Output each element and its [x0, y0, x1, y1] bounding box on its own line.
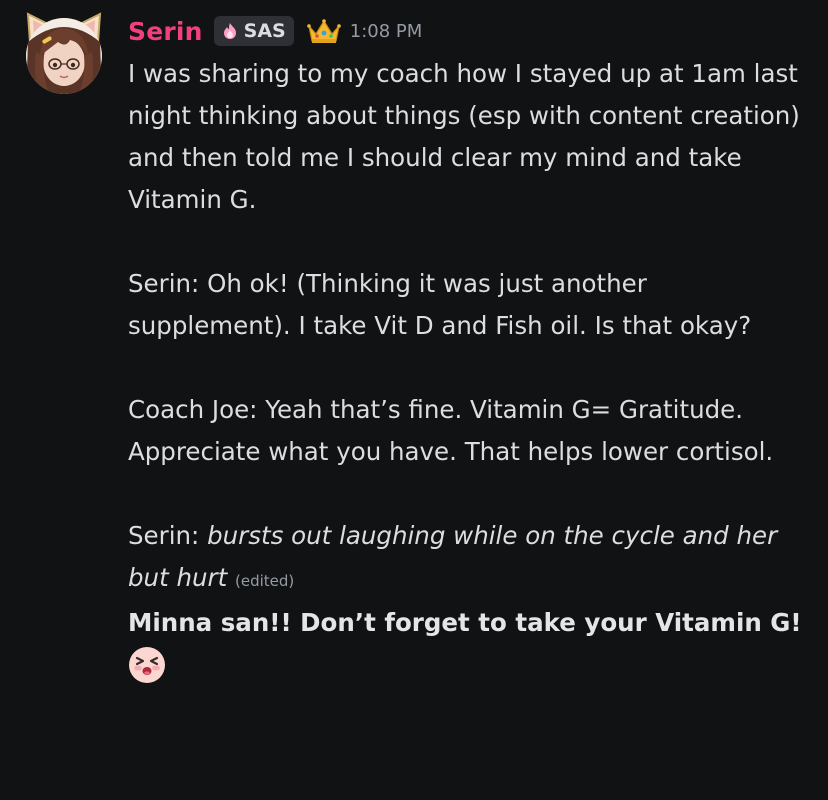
paragraph-4-action: bursts out laughing while on the cycle a…	[128, 521, 778, 592]
message-paragraph-4: Serin: bursts out laughing while on the …	[128, 515, 808, 602]
message-content: I was sharing to my coach how I stayed u…	[128, 53, 808, 684]
edited-label: (edited)	[235, 572, 295, 590]
shouting-face-emoji	[129, 647, 165, 683]
message-timestamp[interactable]: 1:08 PM	[350, 21, 423, 42]
message-paragraph-2: Serin: Oh ok! (Thinking it was just anot…	[128, 269, 752, 340]
message-paragraph-3: Coach Joe: Yeah that’s fine. Vitamin G= …	[128, 395, 774, 466]
user-avatar[interactable]	[22, 12, 106, 96]
follow-up-message: Minna san!! Don’t forget to take your Vi…	[128, 608, 802, 637]
message-paragraph-1: I was sharing to my coach how I stayed u…	[128, 59, 800, 214]
username[interactable]: Serin	[128, 17, 203, 46]
pink-flame-icon	[223, 23, 236, 39]
server-tag[interactable]: SAS	[213, 16, 294, 46]
crown-icon	[306, 19, 341, 43]
paragraph-4-prefix: Serin:	[128, 521, 208, 550]
chat-message: Serin SAS 1:08 PM I was sharing to my co…	[0, 0, 828, 800]
message-header: Serin SAS 1:08 PM	[128, 13, 422, 49]
server-tag-label: SAS	[243, 20, 286, 42]
